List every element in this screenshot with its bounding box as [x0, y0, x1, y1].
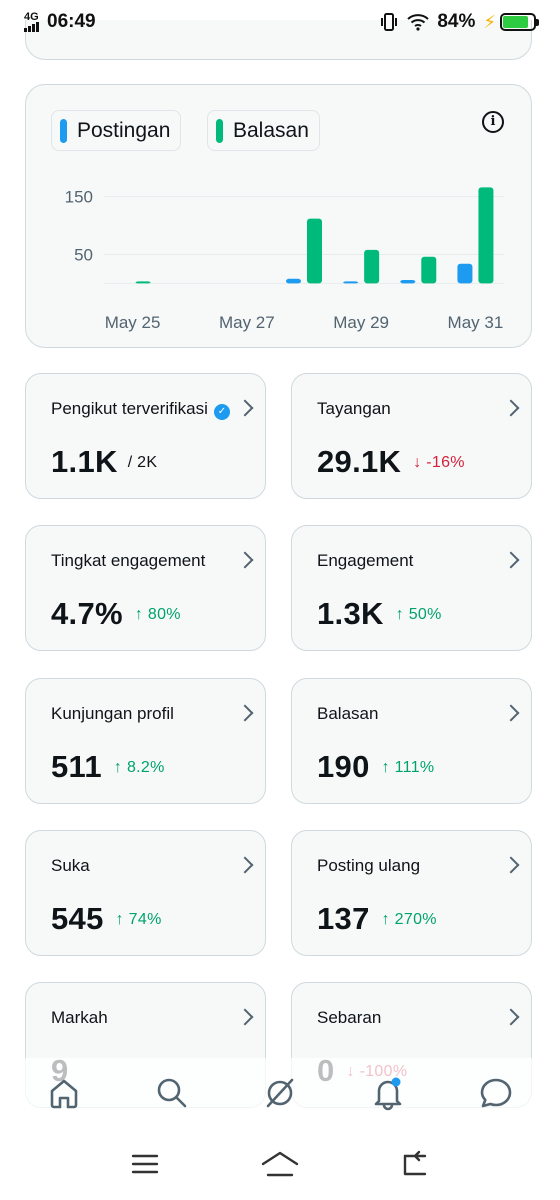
bar-balasan [421, 256, 437, 284]
y-tick-label: 50 [74, 245, 93, 264]
tab-notifications[interactable] [358, 1063, 418, 1123]
bar-postingan [286, 278, 301, 284]
metric-value: 511 [51, 749, 102, 784]
chevron-right-icon [236, 856, 254, 874]
metric-label: Kunjungan profil [51, 704, 174, 723]
metric-label: Balasan [317, 704, 379, 723]
metric-value-row: 190 ↑ 111% [317, 749, 434, 785]
x-tick-label: May 27 [219, 313, 275, 332]
metric-value: 137 [317, 901, 370, 936]
bar-balasan [307, 218, 322, 284]
bottom-tab-bar [0, 1058, 560, 1128]
metric-label: Sebaran [317, 1008, 382, 1027]
clock: 06:49 [47, 11, 96, 32]
x-tick-label: May 25 [105, 313, 161, 332]
network-type: 4G [24, 11, 39, 23]
metric-card[interactable]: Tingkat engagement 4.7% ↑ 80% [25, 525, 266, 651]
metric-change: ↓ -16% [413, 454, 465, 471]
home-icon [50, 1079, 78, 1109]
menu-icon[interactable] [129, 1148, 161, 1180]
metric-value-row: 545 ↑ 74% [51, 901, 162, 937]
bar-postingan [400, 279, 416, 284]
chevron-right-icon [236, 1008, 254, 1026]
metric-value: 1.1K [51, 444, 118, 479]
metric-label: Pengikut terverifikasi [51, 399, 208, 418]
chevron-right-icon [502, 551, 520, 569]
chevron-right-icon [502, 1008, 520, 1026]
metric-value-row: 511 ↑ 8.2% [51, 749, 165, 785]
metric-change: ↑ 74% [115, 911, 162, 928]
metric-change: ↑ 50% [395, 606, 442, 623]
metric-card[interactable]: Tayangan 29.1K ↓ -16% [291, 373, 532, 499]
tab-messages[interactable] [466, 1063, 526, 1123]
metric-value-row: 1.1K / 2K [51, 444, 157, 480]
status-bar: 4G 06:49 84% ⚡ [0, 0, 560, 44]
battery-level [503, 16, 529, 28]
metric-change: ↑ 270% [381, 911, 437, 928]
metric-label: Tayangan [317, 399, 391, 418]
bar-balasan [135, 281, 151, 284]
bar-postingan [457, 263, 473, 284]
chevron-right-icon [502, 856, 520, 874]
chevron-right-icon [502, 399, 520, 417]
status-right: 84% ⚡ [379, 11, 539, 33]
y-tick-label: 150 [65, 188, 93, 207]
metric-card[interactable]: Kunjungan profil 511 ↑ 8.2% [25, 678, 266, 804]
chart-card: Postingan Balasan i 150 50 May 25 May 27 May… [25, 84, 532, 348]
metric-value-row: 1.3K ↑ 50% [317, 596, 442, 632]
x-tick-label: May 29 [333, 313, 389, 332]
chevron-right-icon [236, 551, 254, 569]
battery-percent: 84% [437, 11, 476, 32]
metric-label: Engagement [317, 551, 414, 570]
chevron-right-icon [502, 704, 520, 722]
metric-label: Tingkat engagement [51, 551, 206, 570]
metric-label: Markah [51, 1008, 108, 1027]
metric-value-row: 4.7% ↑ 80% [51, 596, 181, 632]
metric-value: 4.7% [51, 596, 123, 631]
bar-postingan [343, 281, 359, 284]
bar-chart: 150 50 May 25 May 27 May 29 May 31 [65, 187, 504, 332]
x-tick-label: May 31 [448, 313, 504, 332]
metric-value: 1.3K [317, 596, 384, 631]
search-icon [157, 1078, 187, 1108]
tab-home[interactable] [34, 1063, 94, 1123]
metric-card[interactable]: Pengikut terverifikasi ✓ 1.1K / 2K [25, 373, 266, 499]
metric-card[interactable]: Suka 545 ↑ 74% [25, 830, 266, 956]
metric-value: 545 [51, 901, 104, 936]
metric-change: ↑ 80% [134, 606, 181, 623]
back-icon[interactable] [399, 1148, 431, 1180]
vibrate-icon [381, 13, 398, 31]
bar-balasan [364, 249, 380, 284]
home-button-icon[interactable] [260, 1148, 300, 1180]
metric-value-row: 137 ↑ 270% [317, 901, 437, 937]
metric-card[interactable]: Engagement 1.3K ↑ 50% [291, 525, 532, 651]
tab-grok[interactable] [250, 1063, 310, 1123]
chevron-right-icon [236, 704, 254, 722]
wifi-icon [407, 14, 429, 31]
metric-label: Suka [51, 856, 90, 875]
signal-icon: 4G [24, 12, 39, 32]
metric-value-row: 29.1K ↓ -16% [317, 444, 465, 480]
metric-change: ↑ 8.2% [113, 759, 165, 776]
metric-total: / 2K [127, 454, 158, 471]
metric-label: Posting ulang [317, 856, 421, 875]
metric-value: 190 [317, 749, 370, 784]
metric-card[interactable]: Balasan 190 ↑ 111% [291, 678, 532, 804]
metric-card[interactable]: Posting ulang 137 ↑ 270% [291, 830, 532, 956]
analytics-screen: 4G 06:49 84% ⚡ Postingan Balasan i 150 50… [0, 0, 560, 1200]
tab-search[interactable] [142, 1063, 202, 1123]
battery-icon [500, 13, 539, 31]
bar-balasan [478, 187, 494, 284]
chevron-right-icon [236, 399, 254, 417]
verified-badge-icon: ✓ [214, 404, 230, 420]
metric-change: ↑ 111% [381, 759, 435, 776]
status-left: 4G 06:49 [24, 11, 96, 33]
system-navigation-bar [0, 1128, 560, 1200]
notifications-icon [374, 1077, 402, 1111]
metric-value: 29.1K [317, 444, 402, 479]
charging-icon: ⚡ [483, 11, 496, 32]
notification-dot [391, 1077, 401, 1087]
messages-icon [480, 1078, 512, 1108]
grok-icon [266, 1078, 294, 1108]
